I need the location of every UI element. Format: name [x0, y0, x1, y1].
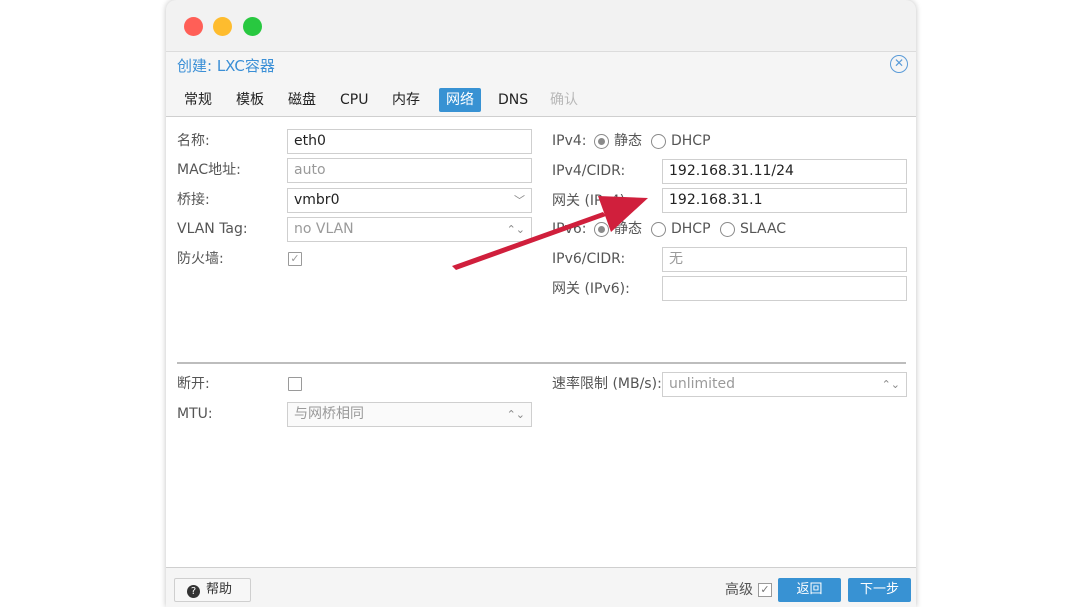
close-icon[interactable]: ✕: [890, 55, 908, 73]
disconnect-label: 断开:: [177, 376, 210, 392]
help-button[interactable]: ? 帮助: [174, 578, 251, 602]
bridge-value: vmbr0: [294, 192, 340, 208]
ipv6-dhcp-label: DHCP: [671, 221, 711, 237]
ipv6-slaac-label: SLAAC: [740, 221, 787, 237]
ipv4-static-radio[interactable]: [594, 134, 609, 149]
mtu-field[interactable]: 与网桥相同 ⌃⌄: [287, 402, 532, 427]
mtu-placeholder: 与网桥相同: [294, 406, 364, 422]
mac-label: MAC地址:: [177, 162, 241, 178]
firewall-label: 防火墙:: [177, 251, 224, 267]
mac-field[interactable]: auto: [287, 158, 532, 183]
tab-confirm[interactable]: 确认: [543, 88, 585, 112]
vlan-label: VLAN Tag:: [177, 221, 248, 237]
spinner-icon[interactable]: ⌃⌄: [507, 403, 525, 426]
gateway-ipv4-field[interactable]: 192.168.31.1: [662, 188, 907, 213]
rate-limit-field[interactable]: unlimited ⌃⌄: [662, 372, 907, 397]
ipv6-cidr-field[interactable]: 无: [662, 247, 907, 272]
minimize-window-button[interactable]: [213, 17, 232, 36]
chevron-down-icon: ﹀: [514, 194, 525, 207]
close-window-button[interactable]: [184, 17, 203, 36]
gateway-ipv4-label: 网关 (IPv4):: [552, 193, 630, 209]
window: 创建: LXC容器 ✕ 常规 模板 磁盘 CPU 内存 网络 DNS 确认 名称…: [166, 0, 916, 607]
name-field[interactable]: eth0: [287, 129, 532, 154]
create-lxc-dialog: 创建: LXC容器 ✕ 常规 模板 磁盘 CPU 内存 网络 DNS 确认 名称…: [166, 51, 916, 607]
divider: [177, 362, 906, 364]
ipv6-static-radio[interactable]: [594, 222, 609, 237]
network-panel: 名称: eth0 MAC地址: auto 桥接: vmbr0 ﹀ VLAN Ta…: [166, 116, 916, 568]
gateway-ipv6-field[interactable]: [662, 276, 907, 301]
tab-memory[interactable]: 内存: [385, 88, 427, 112]
mtu-label: MTU:: [177, 406, 213, 422]
back-button[interactable]: 返回: [778, 578, 841, 602]
spinner-icon[interactable]: ⌃⌄: [507, 218, 525, 241]
spinner-icon[interactable]: ⌃⌄: [882, 373, 900, 396]
ipv4-static-label: 静态: [614, 133, 642, 149]
rate-limit-placeholder: unlimited: [669, 376, 736, 392]
tab-dns[interactable]: DNS: [491, 88, 535, 112]
question-icon: ?: [187, 585, 200, 598]
ipv4-dhcp-radio[interactable]: [651, 134, 666, 149]
vlan-placeholder: no VLAN: [294, 221, 354, 237]
gateway-ipv6-label: 网关 (IPv6):: [552, 281, 630, 297]
advanced-checkbox[interactable]: ✓: [758, 583, 772, 597]
ipv4-cidr-field[interactable]: 192.168.31.11/24: [662, 159, 907, 184]
bridge-select[interactable]: vmbr0 ﹀: [287, 188, 532, 213]
advanced-label: 高级: [725, 582, 753, 598]
ipv4-label: IPv4:: [552, 133, 587, 149]
firewall-checkbox[interactable]: ✓: [288, 252, 302, 266]
tab-network[interactable]: 网络: [439, 88, 481, 112]
help-label: 帮助: [206, 582, 233, 597]
tab-cpu[interactable]: CPU: [333, 88, 375, 112]
dialog-footer: ? 帮助 高级 ✓ 返回 下一步: [166, 570, 916, 607]
ipv6-label: IPv6:: [552, 221, 587, 237]
ipv6-cidr-label: IPv6/CIDR:: [552, 251, 626, 267]
ipv6-static-label: 静态: [614, 221, 642, 237]
zoom-window-button[interactable]: [243, 17, 262, 36]
name-label: 名称:: [177, 133, 210, 149]
ipv4-cidr-label: IPv4/CIDR:: [552, 163, 626, 179]
vlan-field[interactable]: no VLAN ⌃⌄: [287, 217, 532, 242]
next-button[interactable]: 下一步: [848, 578, 911, 602]
tab-disk[interactable]: 磁盘: [281, 88, 323, 112]
dialog-title: 创建: LXC容器: [177, 57, 275, 75]
ipv6-dhcp-radio[interactable]: [651, 222, 666, 237]
bridge-label: 桥接:: [177, 192, 210, 208]
ipv4-dhcp-label: DHCP: [671, 133, 711, 149]
disconnect-checkbox[interactable]: [288, 377, 302, 391]
ipv6-slaac-radio[interactable]: [720, 222, 735, 237]
tab-template[interactable]: 模板: [229, 88, 271, 112]
tab-general[interactable]: 常规: [177, 88, 219, 112]
rate-limit-label: 速率限制 (MB/s):: [552, 376, 662, 392]
